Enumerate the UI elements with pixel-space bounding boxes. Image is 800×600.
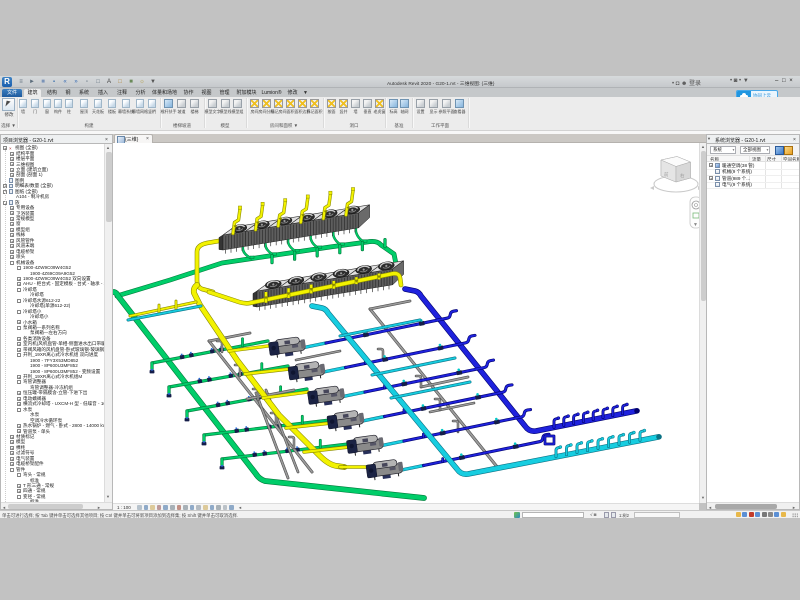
svg-text:右: 右 [680, 172, 685, 179]
svg-text:前: 前 [664, 171, 669, 178]
svg-text:▼: ▼ [693, 222, 698, 228]
